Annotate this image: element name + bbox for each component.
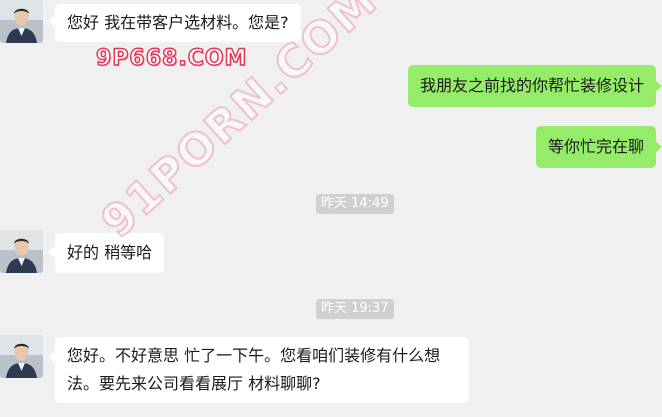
bubble-tail [48, 351, 55, 363]
message-text: 我朋友之前找的你帮忙装修设计 [419, 76, 644, 95]
person-avatar-icon [0, 230, 43, 273]
bubble-tail [655, 141, 662, 153]
contact-avatar[interactable] [0, 230, 43, 273]
bubble-tail [48, 246, 55, 258]
contact-avatar[interactable] [0, 0, 43, 43]
message-bubble-received[interactable]: 您好 我在带客户选材料。您是? [55, 4, 301, 42]
person-avatar-icon [0, 0, 43, 43]
message-bubble-received[interactable]: 好的 稍等哈 [55, 233, 165, 273]
watermark-text: 9P668.COM [95, 45, 248, 72]
message-text: 好的 稍等哈 [67, 243, 153, 262]
message-timestamp: 昨天 14:49 [316, 194, 394, 214]
message-text: 等你忙完在聊 [547, 137, 644, 156]
message-text: 您好。不好意思 忙了一下午。您看咱们装修有什么想法。要先来公司看看展厅 材料聊聊… [67, 346, 441, 393]
message-timestamp: 昨天 19:37 [316, 299, 394, 319]
bubble-tail [48, 15, 55, 27]
bubble-tail [655, 80, 662, 92]
message-bubble-received[interactable]: 您好。不好意思 忙了一下午。您看咱们装修有什么想法。要先来公司看看展厅 材料聊聊… [55, 337, 469, 403]
message-bubble-sent[interactable]: 等你忙完在聊 [535, 126, 656, 168]
person-avatar-icon [0, 335, 43, 378]
chat-area: 您好 我在带客户选材料。您是? 9P668.COM 我朋友之前找的你帮忙装修设计… [0, 0, 662, 417]
message-text: 您好 我在带客户选材料。您是? [67, 13, 289, 32]
contact-avatar[interactable] [0, 335, 43, 378]
message-bubble-sent[interactable]: 我朋友之前找的你帮忙装修设计 [407, 65, 656, 107]
